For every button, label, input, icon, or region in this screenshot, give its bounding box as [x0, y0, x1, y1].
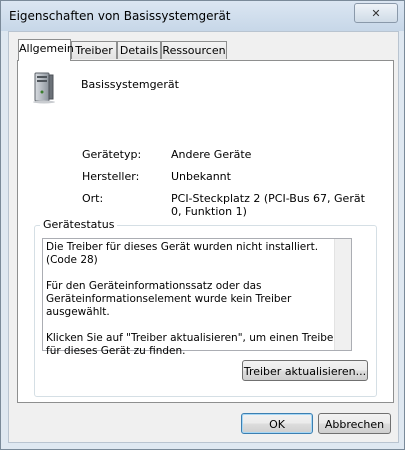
location-label: Ort: — [82, 192, 104, 205]
location-value: PCI-Steckplatz 2 (PCI-Bus 67, Gerät 0, F… — [171, 192, 365, 218]
device-name: Basissystemgerät — [81, 78, 179, 91]
tab-allgemein[interactable]: Allgemein — [18, 39, 74, 61]
device-type-label: Gerätetyp: — [82, 148, 142, 161]
title-bar[interactable]: Eigenschaften von Basissystemgerät ✕ — [1, 1, 404, 31]
tab-details[interactable]: Details — [117, 41, 161, 59]
device-status-title: Gerätestatus — [40, 218, 118, 231]
device-status-textbox[interactable]: Die Treiber für dieses Gerät wurden nich… — [42, 238, 352, 357]
properties-dialog: Eigenschaften von Basissystemgerät ✕ All… — [0, 0, 405, 450]
device-status-text: Die Treiber für dieses Gerät wurden nich… — [46, 241, 346, 358]
tab-treiber[interactable]: Treiber — [71, 41, 117, 59]
device-type-value: Andere Geräte — [171, 148, 252, 161]
dialog-client-area: Allgemein Treiber Details Ressourcen Bas… — [8, 31, 399, 443]
window-title: Eigenschaften von Basissystemgerät — [9, 9, 231, 23]
ok-button[interactable]: OK — [241, 413, 313, 434]
manufacturer-label: Hersteller: — [82, 170, 140, 183]
status-scrollbar[interactable] — [334, 239, 351, 350]
device-icon — [31, 72, 57, 104]
status-line-3: Klicken Sie auf "Treiber aktualisieren",… — [46, 332, 338, 357]
tab-ressourcen[interactable]: Ressourcen — [161, 41, 227, 59]
status-line-1: Die Treiber für dieses Gerät wurden nich… — [46, 241, 319, 266]
update-driver-button[interactable]: Treiber aktualisieren... — [242, 360, 368, 381]
general-tab-panel: Basissystemgerät Gerätetyp: Andere Gerät… — [17, 60, 394, 403]
status-line-2: Für den Geräteinformationssatz oder das … — [46, 280, 292, 318]
close-button[interactable]: ✕ — [354, 3, 398, 23]
device-status-group: Gerätestatus Die Treiber für dieses Gerä… — [34, 218, 377, 397]
cancel-button[interactable]: Abbrechen — [318, 413, 391, 434]
close-icon: ✕ — [371, 6, 381, 20]
manufacturer-value: Unbekannt — [171, 170, 231, 183]
